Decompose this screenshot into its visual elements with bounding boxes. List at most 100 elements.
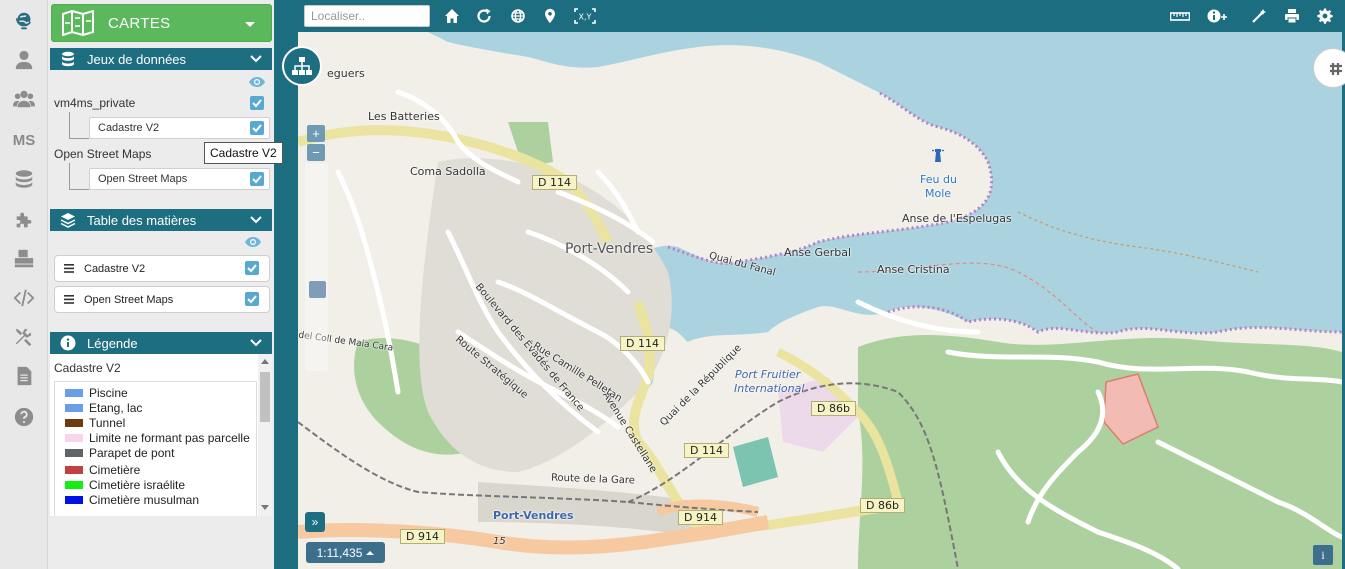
eye-icon[interactable]: [244, 236, 262, 248]
dataset-layer-checkbox[interactable]: [250, 121, 264, 135]
legend-panel[interactable]: Cadastre V2 Piscine Etang, lac Tunnel Li…: [50, 354, 272, 516]
help-icon[interactable]: [0, 402, 48, 432]
map-place-label: Anse Cristina: [877, 263, 950, 276]
legend-item-label: Cimetière israélite: [89, 478, 186, 492]
document-icon[interactable]: [0, 361, 48, 391]
map-place-label: eguers: [327, 67, 365, 80]
toc-header[interactable]: Table des matières: [50, 209, 272, 231]
zoom-slider-track[interactable]: [305, 163, 328, 371]
map-lighthouse-label: Mole: [925, 187, 952, 200]
chevron-down-icon: [250, 339, 262, 347]
zoom-slider-handle[interactable]: [309, 281, 326, 298]
toc-item-checkbox[interactable]: [245, 261, 259, 275]
ruler-icon[interactable]: [1169, 8, 1191, 24]
users-icon[interactable]: [0, 84, 48, 114]
legend-item: Piscine: [65, 386, 128, 400]
map-lighthouse-label: Feu du: [920, 173, 957, 186]
toc-item-label: Open Street Maps: [84, 293, 174, 306]
scroll-thumb[interactable]: [260, 372, 270, 422]
map-poi-label: Port Fruitier: [735, 368, 801, 381]
datasets-title: Jeux de données: [87, 51, 187, 67]
legend-swatch: [65, 419, 83, 427]
print-icon[interactable]: [1284, 8, 1300, 24]
map-toolbar: X,Y: [274, 0, 1345, 32]
cartes-label: CARTES: [108, 14, 171, 32]
caret-down-icon: [245, 22, 255, 27]
road-badge: D 914: [400, 529, 445, 544]
tree-connector: [69, 112, 70, 138]
toc-item-checkbox[interactable]: [245, 292, 259, 306]
dataset-group-label: Open Street Maps: [54, 147, 152, 161]
settings-gear-icon[interactable]: [1317, 8, 1333, 24]
legend-scrollbar[interactable]: [258, 354, 272, 516]
scroll-down-icon[interactable]: [261, 505, 269, 510]
legend-swatch: [65, 449, 83, 457]
dataset-group-label: vm4ms_private: [54, 96, 136, 110]
toc-item[interactable]: Cadastre V2: [54, 255, 270, 282]
tools-icon[interactable]: [0, 322, 48, 352]
road-badge: D 86b: [860, 498, 905, 513]
dataset-group-checkbox[interactable]: [250, 96, 264, 110]
legend-swatch: [65, 434, 83, 442]
ms-text-icon[interactable]: MS: [0, 125, 48, 155]
print-icon[interactable]: [0, 244, 48, 274]
layer-tooltip: Cadastre V2: [204, 142, 283, 164]
refresh-icon[interactable]: [476, 8, 492, 24]
globe-icon[interactable]: [0, 6, 48, 36]
road-badge: D 914: [678, 510, 723, 525]
dataset-layer-checkbox[interactable]: [250, 172, 264, 186]
code-icon[interactable]: [0, 283, 48, 313]
xy-label: X,Y: [579, 13, 592, 22]
eye-icon[interactable]: [248, 76, 266, 88]
dataset-layer-item[interactable]: Open Street Maps: [89, 168, 270, 190]
legend-item-label: Cimetière musulman: [89, 493, 200, 507]
zoom-in-button[interactable]: +: [307, 125, 325, 142]
globe-small-icon[interactable]: [510, 8, 526, 24]
map-station-label: Port-Vendres: [493, 509, 574, 522]
scale-selector[interactable]: 1:11,435: [306, 542, 385, 563]
drag-handle-icon[interactable]: [64, 264, 74, 273]
attribution-info-button[interactable]: i: [1313, 545, 1333, 565]
lighthouse-icon: [932, 149, 944, 162]
map-canvas[interactable]: eguers Les Batteries Coma Sadolla Port-V…: [298, 32, 1342, 569]
scale-value: 1:11,435: [316, 545, 363, 560]
road-badge: D 114: [532, 175, 577, 190]
datasets-header[interactable]: Jeux de données: [50, 48, 272, 70]
layers-icon[interactable]: [0, 164, 48, 194]
zoom-out-button[interactable]: −: [307, 144, 325, 161]
draw-wand-icon[interactable]: [1251, 8, 1267, 24]
puzzle-icon[interactable]: [0, 205, 48, 235]
hierarchy-toggle-button[interactable]: [282, 46, 322, 86]
chevron-down-icon: [250, 216, 262, 224]
legend-swatch: [65, 496, 83, 504]
toc-item[interactable]: Open Street Maps: [54, 286, 270, 313]
legend-item: Cimetière: [65, 463, 140, 477]
scroll-up-icon[interactable]: [261, 359, 269, 364]
app-root: MS CARTES Jeux de données vm4ms_private …: [0, 0, 1345, 569]
drag-handle-icon[interactable]: [64, 295, 74, 304]
legend-item-label: Piscine: [89, 386, 128, 400]
side-panel: CARTES Jeux de données vm4ms_private Cad…: [48, 0, 274, 569]
info-plus-icon[interactable]: [1207, 8, 1229, 24]
database-icon: [62, 51, 74, 67]
xy-coordinates-icon[interactable]: X,Y: [574, 8, 596, 24]
side-toggle-button[interactable]: [1313, 48, 1345, 88]
zoom-controls: + −: [307, 125, 325, 163]
info-circle-icon: [60, 335, 76, 351]
localiser-search-input[interactable]: [304, 5, 430, 27]
dataset-layer-label: Cadastre V2: [98, 122, 160, 134]
road-badge: D 86b: [811, 401, 856, 416]
home-icon[interactable]: [444, 8, 460, 24]
map-marker-icon[interactable]: [542, 8, 558, 24]
tree-connector: [69, 189, 89, 190]
legend-swatch: [65, 404, 83, 412]
map-place-label: Coma Sadolla: [410, 165, 486, 178]
cartes-button[interactable]: CARTES: [51, 4, 272, 42]
user-icon[interactable]: [0, 45, 48, 75]
legend-item-label: Parapet de pont: [89, 446, 175, 460]
dataset-layer-item[interactable]: Cadastre V2: [89, 117, 270, 139]
expand-overview-button[interactable]: »: [305, 512, 325, 532]
legend-list: Piscine Etang, lac Tunnel Limite ne form…: [54, 381, 257, 516]
legend-item: Etang, lac: [65, 401, 142, 415]
legend-header[interactable]: Légende: [50, 332, 272, 354]
